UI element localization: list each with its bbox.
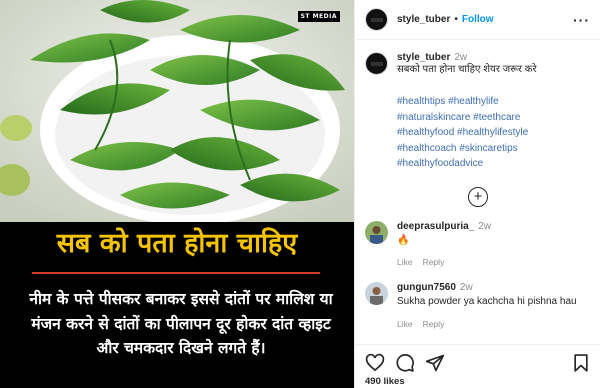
post-body-text: नीम के पत्ते पीसकर बनाकर इससे दांतों पर … — [29, 290, 333, 357]
brand-logo-icon — [369, 60, 384, 67]
comment-username[interactable]: deeprasulpuria_ — [397, 221, 474, 232]
user-photo-icon — [365, 282, 388, 305]
comment-body: deeprasulpuria_ 2w 🔥 Like Reply — [397, 221, 491, 269]
comment-reply-button[interactable]: Reply — [423, 319, 445, 329]
hashtag-line[interactable]: #healthyfood #healthylifestyle — [397, 125, 591, 141]
hashtag-line[interactable]: #healthtips #healthylife — [397, 94, 591, 110]
caption-username[interactable]: style_tuber — [397, 52, 450, 63]
neem-leaves-illustration — [0, 0, 354, 222]
brand-badge: ST MEDIA — [297, 11, 340, 22]
caption-body: style_tuber 2w सबको पता होना चाहिए शेयर ज… — [397, 52, 537, 76]
comment-text: 🔥 — [397, 234, 410, 246]
caption-time: 2w — [454, 52, 468, 63]
likes-count[interactable]: 490 likes — [365, 376, 405, 387]
comment-item: gungun7560 2w Sukha powder ya kachcha hi … — [365, 282, 591, 330]
post-side-panel: style_tuber • Follow ··· style_tuber 2w स… — [354, 0, 600, 388]
separator-dot: • — [454, 14, 458, 25]
hashtag-line[interactable]: #naturalskincare #teethcare — [397, 110, 591, 126]
comment-actions: Like Reply — [397, 318, 577, 330]
heart-icon[interactable] — [365, 353, 385, 373]
comment-body: gungun7560 2w Sukha powder ya kachcha hi … — [397, 282, 577, 330]
comment-reply-button[interactable]: Reply — [423, 257, 445, 267]
post-image: ST MEDIA सब को पता होना चाहिए नीम के पत्… — [0, 0, 354, 388]
header-username[interactable]: style_tuber — [397, 14, 450, 25]
commenter-avatar[interactable] — [365, 220, 388, 244]
post-header: style_tuber • Follow ··· — [355, 0, 600, 40]
comment-item: deeprasulpuria_ 2w 🔥 Like Reply — [365, 220, 591, 269]
bookmark-icon[interactable] — [571, 353, 591, 373]
avatar[interactable] — [365, 8, 388, 31]
hashtag-line[interactable]: #healthyfoodadvice — [397, 156, 591, 172]
user-photo-icon — [365, 220, 388, 244]
plus-circle-icon[interactable]: + — [468, 186, 488, 207]
post-headline: सब को पता होना चाहिए — [56, 228, 298, 259]
headline-divider — [32, 272, 320, 274]
caption-avatar[interactable] — [365, 52, 388, 75]
comment-like-button[interactable]: Like — [397, 257, 413, 267]
comment-actions: Like Reply — [397, 256, 491, 268]
brand-logo-icon — [369, 16, 384, 23]
comments-scroll-area[interactable]: style_tuber 2w सबको पता होना चाहिए शेयर ज… — [355, 40, 600, 344]
more-icon[interactable]: ··· — [573, 13, 590, 27]
hashtag-line[interactable]: #healthcoach #skincaretips — [397, 141, 591, 157]
commenter-avatar[interactable] — [365, 282, 388, 305]
comment-text: Sukha powder ya kachcha hi pishna hau — [397, 296, 577, 307]
hashtag-list: #healthtips #healthylife #naturalskincar… — [397, 94, 591, 172]
share-icon[interactable] — [425, 353, 445, 373]
comment-like-button[interactable]: Like — [397, 319, 413, 329]
comment-time: 2w — [478, 220, 492, 232]
follow-button[interactable]: Follow — [462, 14, 494, 25]
action-bar — [355, 344, 600, 374]
comment-icon[interactable] — [395, 353, 415, 373]
caption-text: सबको पता होना चाहिए शेयर जरूर करे — [397, 64, 537, 75]
neem-leaves-photo: ST MEDIA — [0, 0, 354, 222]
comment-time: 2w — [459, 282, 473, 293]
comment-username[interactable]: gungun7560 — [397, 282, 456, 293]
caption: style_tuber 2w सबको पता होना चाहिए शेयर ज… — [365, 52, 591, 76]
